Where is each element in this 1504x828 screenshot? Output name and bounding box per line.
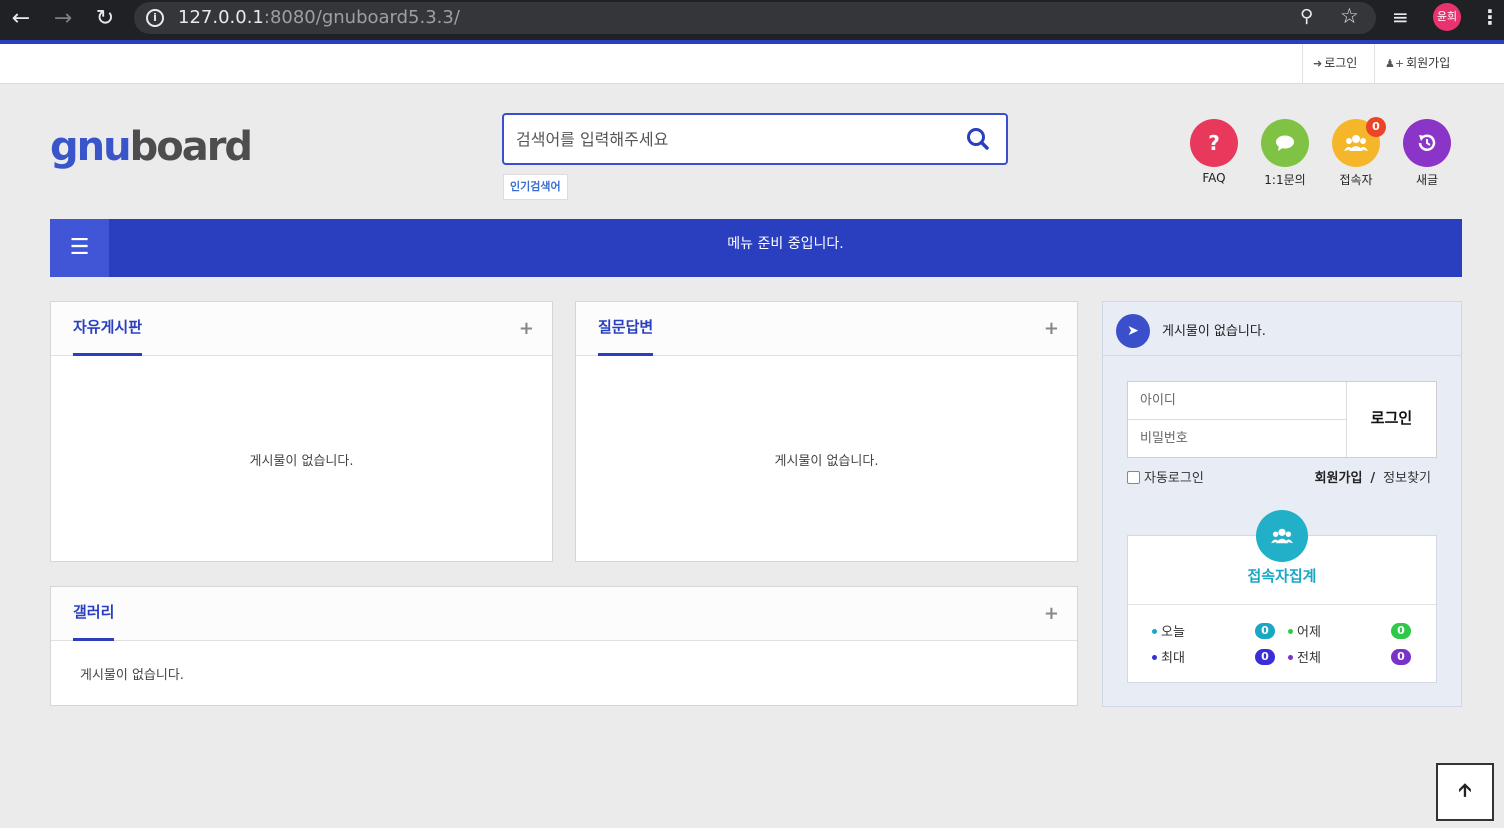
qa-board-widget: 질문답변 + 게시물이 없습니다. xyxy=(575,301,1078,562)
login-button[interactable]: 로그인 xyxy=(1347,382,1436,457)
stat-max-count: 0 xyxy=(1255,649,1275,665)
arrow-up-icon: 🡩 xyxy=(1458,780,1472,801)
stat-yesterday: 어제 xyxy=(1288,621,1321,640)
profile-avatar[interactable]: 윤희 xyxy=(1433,3,1461,31)
join-link[interactable]: 회원가입 xyxy=(1315,471,1363,486)
password-input[interactable] xyxy=(1128,420,1347,457)
search-button[interactable] xyxy=(964,125,992,153)
gallery-empty: 게시물이 없습니다. xyxy=(80,668,184,683)
search-box xyxy=(502,113,1008,165)
main-menu-bar: ☰ 메뉴 준비 중입니다. xyxy=(50,219,1462,277)
back-arrow-icon[interactable]: ← xyxy=(6,4,36,34)
free-board-header: 자유게시판 + xyxy=(51,302,552,356)
search-input[interactable] xyxy=(516,125,946,153)
free-board-more-icon[interactable]: + xyxy=(519,318,534,339)
question-icon: ? xyxy=(1190,119,1238,167)
user-plus-icon: ♟+ xyxy=(1385,57,1405,70)
forward-arrow-icon[interactable]: → xyxy=(48,4,78,34)
gallery-header: 갤러리 + xyxy=(51,587,1077,641)
side-panel: ➤ 게시물이 없습니다. 로그인 자동로그인 회원가입/정보찾기 접속자집계 오… xyxy=(1102,301,1462,707)
top-links-bar: ➜ 로그인 ♟+ 회원가입 xyxy=(0,44,1504,84)
login-form: 로그인 xyxy=(1127,381,1437,458)
qa-board-empty: 게시물이 없습니다. xyxy=(774,454,879,469)
menu-preparing-message: 메뉴 준비 중입니다. xyxy=(727,236,844,252)
stat-today-count: 0 xyxy=(1255,623,1275,639)
stat-total-count: 0 xyxy=(1391,649,1411,665)
scroll-top-button[interactable]: 🡩 xyxy=(1436,763,1494,821)
account-links: 회원가입 / 정보찾기 xyxy=(1314,471,1431,486)
visitor-stats-title: 접속자집계 xyxy=(1247,567,1317,585)
users-icon xyxy=(1256,510,1308,562)
address-bar[interactable]: i 127.0.0.1:8080/gnuboard5.3.3/ ⚲ ☆ xyxy=(134,2,1376,34)
visitors-count-badge: 0 xyxy=(1366,117,1386,137)
inquiry-shortcut[interactable]: 1:1문의 xyxy=(1261,119,1309,188)
media-control-icon[interactable]: ≡ xyxy=(1392,5,1409,29)
popular-keywords-tab[interactable]: 인기검색어 xyxy=(503,174,568,200)
qa-board-more-icon[interactable]: + xyxy=(1044,318,1059,339)
notice-text[interactable]: 게시물이 없습니다. xyxy=(1162,320,1266,339)
stats-divider xyxy=(1128,604,1436,605)
bookmark-star-icon[interactable]: ☆ xyxy=(1340,4,1359,28)
browser-toolbar: ← → ↻ i 127.0.0.1:8080/gnuboard5.3.3/ ⚲ … xyxy=(0,0,1504,40)
qa-board-title[interactable]: 질문답변 xyxy=(598,302,654,356)
visitors-shortcut[interactable]: 0 접속자 xyxy=(1332,117,1386,188)
stat-total: 전체 xyxy=(1288,647,1321,666)
auto-login[interactable]: 자동로그인 xyxy=(1127,467,1204,486)
stat-yesterday-count: 0 xyxy=(1391,623,1411,639)
url-text[interactable]: 127.0.0.1:8080/gnuboard5.3.3/ xyxy=(178,7,460,28)
stat-today: 오늘 xyxy=(1152,621,1185,640)
info-icon[interactable]: i xyxy=(146,9,164,27)
megaphone-icon: ➤ xyxy=(1116,314,1150,348)
stat-max: 최대 xyxy=(1152,647,1185,666)
gallery-widget: 갤러리 + 게시물이 없습니다. xyxy=(50,586,1078,706)
site-logo[interactable]: gnuboard xyxy=(50,124,253,170)
auto-login-checkbox[interactable] xyxy=(1127,471,1140,484)
top-login-link[interactable]: ➜ 로그인 xyxy=(1302,44,1374,83)
zoom-icon[interactable]: ⚲ xyxy=(1300,6,1313,27)
hamburger-icon: ☰ xyxy=(69,235,90,260)
qa-board-header: 질문답변 + xyxy=(576,302,1077,356)
hamburger-menu-button[interactable]: ☰ xyxy=(50,219,109,277)
new-posts-shortcut[interactable]: 새글 xyxy=(1403,119,1451,188)
sign-in-icon: ➜ xyxy=(1313,57,1323,70)
search-icon xyxy=(967,128,989,150)
visitor-stats: 접속자집계 오늘 0 어제 0 최대 0 전체 0 xyxy=(1127,510,1437,683)
free-board-empty: 게시물이 없습니다. xyxy=(249,454,354,469)
free-board-widget: 자유게시판 + 게시물이 없습니다. xyxy=(50,301,553,562)
faq-shortcut[interactable]: ? FAQ xyxy=(1190,119,1238,185)
more-menu-icon[interactable]: ⋮ xyxy=(1480,5,1500,29)
users-icon: 0 xyxy=(1332,117,1386,167)
gallery-more-icon[interactable]: + xyxy=(1044,603,1059,624)
history-icon xyxy=(1403,119,1451,167)
gallery-title[interactable]: 갤러리 xyxy=(73,587,115,641)
reload-icon[interactable]: ↻ xyxy=(90,4,120,34)
free-board-title[interactable]: 자유게시판 xyxy=(73,302,143,356)
chat-icon xyxy=(1261,119,1309,167)
top-join-link[interactable]: ♟+ 회원가입 xyxy=(1374,44,1462,83)
id-input[interactable] xyxy=(1128,382,1347,420)
find-info-link[interactable]: 정보찾기 xyxy=(1383,471,1431,486)
notice-bar: ➤ 게시물이 없습니다. xyxy=(1103,302,1461,356)
